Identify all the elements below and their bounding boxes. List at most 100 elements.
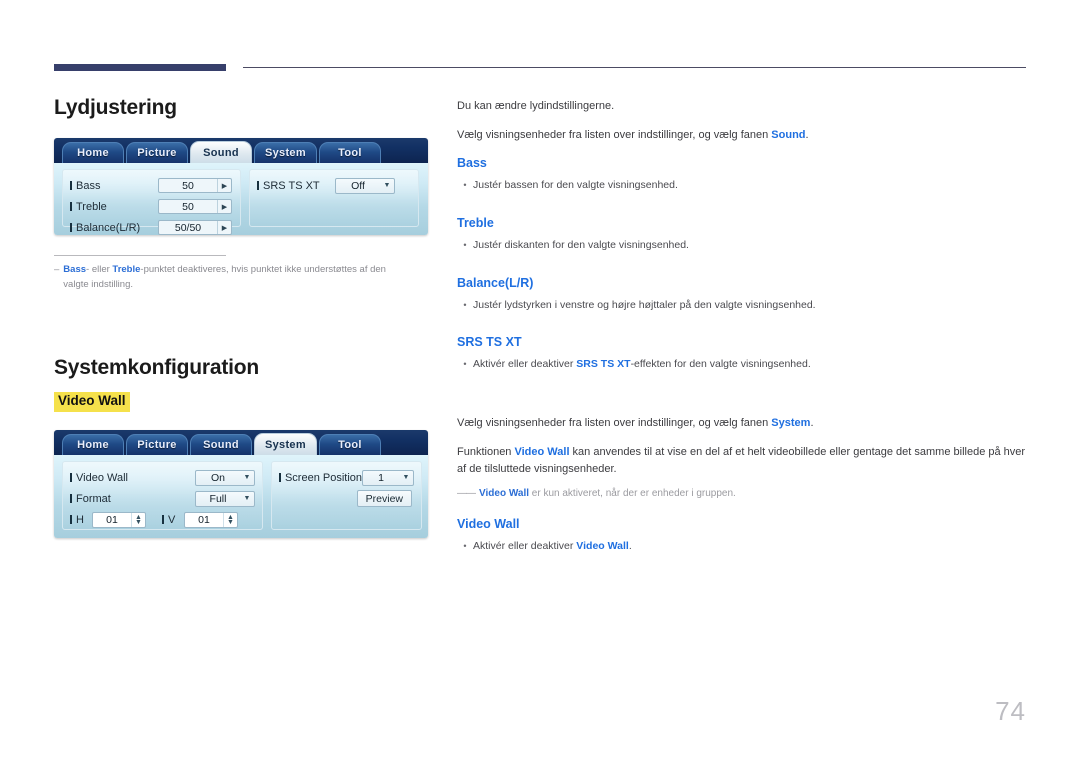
system-intro-line-1: Vælg visningsenheder fra listen over ind… [457, 415, 1029, 432]
header-rule [243, 67, 1026, 68]
h-value: 01 [106, 513, 118, 526]
video-wall-note: —— Video Wall er kun aktiveret, når der … [457, 486, 1029, 501]
video-wall-badge-wrap: Video Wall [54, 392, 434, 413]
treble-value-stepper[interactable]: 50 ▶ [158, 199, 232, 214]
system-settings-panel: Home Picture Sound System Tool Video Wal… [54, 430, 428, 539]
tab-picture[interactable]: Picture [126, 142, 188, 163]
bullet-dot-icon: • [463, 541, 467, 552]
bullet-balance: • Justér lydstyrken i venstre og højre h… [457, 298, 1029, 314]
audio-footnote-block: – Bass- eller Treble-punktet deaktiveres… [54, 255, 409, 292]
system-row-preview: Preview [279, 488, 414, 509]
chevron-right-icon[interactable]: ▶ [217, 221, 231, 234]
bullet-dot-icon: • [463, 359, 467, 370]
footnote-term-treble: Treble [112, 264, 141, 275]
bass-label: Bass [70, 180, 158, 192]
audio-intro-2-pre: Vælg visningsenheder fra listen over ind… [457, 129, 772, 142]
tab-sound[interactable]: Sound [190, 141, 252, 163]
bullet-balance-text: Justér lydstyrken i venstre og højre høj… [473, 298, 816, 314]
screen-position-label: Screen Position [279, 472, 362, 484]
chevron-down-icon[interactable]: ▼ [240, 474, 254, 481]
sound-row-balance: Balance(L/R) 50/50 ▶ [70, 217, 233, 235]
sound-settings-panel: Home Picture Sound System Tool Bass 50 ▶ [54, 138, 428, 235]
tab-home[interactable]: Home [62, 142, 124, 163]
bullet-balance-pre: Justér lydstyrken i venstre og højre høj… [473, 298, 816, 311]
term-system: System [771, 417, 811, 430]
section-title-system: Systemkonfiguration [54, 356, 260, 380]
srs-ts-xt-label: SRS TS XT [257, 180, 335, 192]
treble-value: 50 [182, 200, 194, 213]
tab-system[interactable]: System [254, 142, 317, 163]
footnote-term-bass: Bass [63, 264, 87, 275]
balance-label: Balance(L/R) [70, 222, 158, 234]
bullet-srs-pre: Aktivér eller deaktiver [473, 358, 577, 371]
footnote-dash: – [54, 264, 60, 275]
h-label: H [70, 514, 92, 526]
screen-position-dropdown[interactable]: 1 ▼ [362, 469, 414, 486]
chevron-right-icon[interactable]: ▶ [217, 200, 231, 213]
note-body: er kun aktiveret, når der er enheder i g… [529, 488, 736, 500]
preview-button[interactable]: Preview [356, 490, 412, 508]
bullet-vw-post: . [628, 540, 632, 553]
bass-value-stepper[interactable]: 50 ▶ [158, 178, 232, 193]
srs-ts-xt-value: Off [351, 179, 365, 192]
spinner-updown-icon[interactable]: ▲ ▼ [223, 512, 237, 527]
chevron-right-icon[interactable]: ▶ [217, 179, 231, 192]
system-intro-2-pre: Funktionen [457, 446, 515, 459]
tab-home[interactable]: Home [62, 434, 124, 456]
tab-picture[interactable]: Picture [126, 434, 188, 456]
sound-left-group: Bass 50 ▶ Treble 50 ▶ Balance(L/R) 50/50… [62, 169, 241, 235]
chevron-down-icon[interactable]: ▼ [240, 495, 254, 502]
spinner-updown-icon[interactable]: ▲ ▼ [131, 512, 145, 527]
chevron-down-icon[interactable]: ▼ [380, 182, 394, 189]
h-spinner[interactable]: 01 ▲ ▼ [92, 511, 146, 528]
subhead-srs-ts-xt: SRS TS XT [457, 335, 522, 350]
sound-row-srs: SRS TS XT Off ▼ [257, 175, 411, 196]
balance-value-stepper[interactable]: 50/50 ▶ [158, 220, 232, 235]
tab-tool[interactable]: Tool [318, 434, 381, 456]
video-wall-label: Video Wall [70, 472, 195, 484]
bullet-vw-pre: Aktivér eller deaktiver [473, 540, 577, 553]
tab-tool[interactable]: Tool [318, 142, 381, 163]
system-section-right: Vælg visningsenheder fra listen over ind… [457, 415, 1029, 555]
screen-position-value: 1 [378, 471, 384, 484]
term-video-wall: Video Wall [514, 446, 570, 459]
tab-system[interactable]: System [254, 433, 317, 456]
subhead-treble: Treble [457, 215, 494, 230]
footnote-text: Bass- eller Treble-punktet deaktiveres, … [63, 263, 409, 292]
tab-sound[interactable]: Sound [190, 434, 252, 456]
sound-right-group: SRS TS XT Off ▼ [249, 169, 419, 227]
bullet-dot-icon: • [463, 299, 467, 310]
bullet-treble-text: Justér diskanten for den valgte visnings… [473, 238, 689, 254]
video-wall-dropdown[interactable]: On ▼ [195, 469, 255, 486]
format-label: Format [70, 493, 195, 505]
system-row-screen-position: Screen Position 1 ▼ [279, 467, 414, 488]
v-label: V [162, 514, 184, 526]
chevron-down-icon[interactable]: ▼ [399, 474, 413, 481]
term-video-wall: Video Wall [479, 488, 530, 500]
bullet-srs-text: Aktivér eller deaktiver SRS TS XT-effekt… [473, 357, 811, 373]
term-sound: Sound [771, 129, 806, 142]
video-wall-note-text: Video Wall er kun aktiveret, når der er … [479, 486, 736, 501]
system-row-format: Format Full ▼ [70, 488, 255, 509]
format-value: Full [209, 492, 227, 505]
format-dropdown[interactable]: Full ▼ [195, 490, 255, 507]
system-panel-body: Video Wall On ▼ Format Full ▼ H 01 ▲ ▼ V… [54, 455, 428, 539]
srs-ts-xt-dropdown[interactable]: Off ▼ [335, 177, 395, 194]
system-panel-tabbar: Home Picture Sound System Tool [54, 430, 428, 456]
audio-intro-line-1: Du kan ændre lydindstillingerne. [457, 100, 615, 112]
system-row-hv: H 01 ▲ ▼ V 01 ▲ ▼ [70, 509, 255, 530]
bullet-treble: • Justér diskanten for den valgte visnin… [457, 238, 1029, 254]
left-column: Lydjustering Home Picture Sound System T… [54, 96, 434, 539]
system-right-group: Screen Position 1 ▼ Preview [271, 461, 422, 531]
footnote-rule [54, 255, 226, 256]
bullet-video-wall: • Aktivér eller deaktiver Video Wall. [457, 539, 1029, 555]
audio-footnote: – Bass- eller Treble-punktet deaktiveres… [54, 263, 409, 292]
subhead-video-wall: Video Wall [457, 517, 520, 532]
v-spinner[interactable]: 01 ▲ ▼ [184, 511, 238, 528]
document-page: Lydjustering Home Picture Sound System T… [0, 0, 1080, 763]
subhead-bass: Bass [457, 156, 487, 171]
bass-value: 50 [182, 179, 194, 192]
system-intro-line-2: Funktionen Video Wall kan anvendes til a… [457, 444, 1029, 478]
note-dash: —— [457, 488, 476, 500]
term-srs-ts-xt: SRS TS XT [576, 358, 631, 371]
